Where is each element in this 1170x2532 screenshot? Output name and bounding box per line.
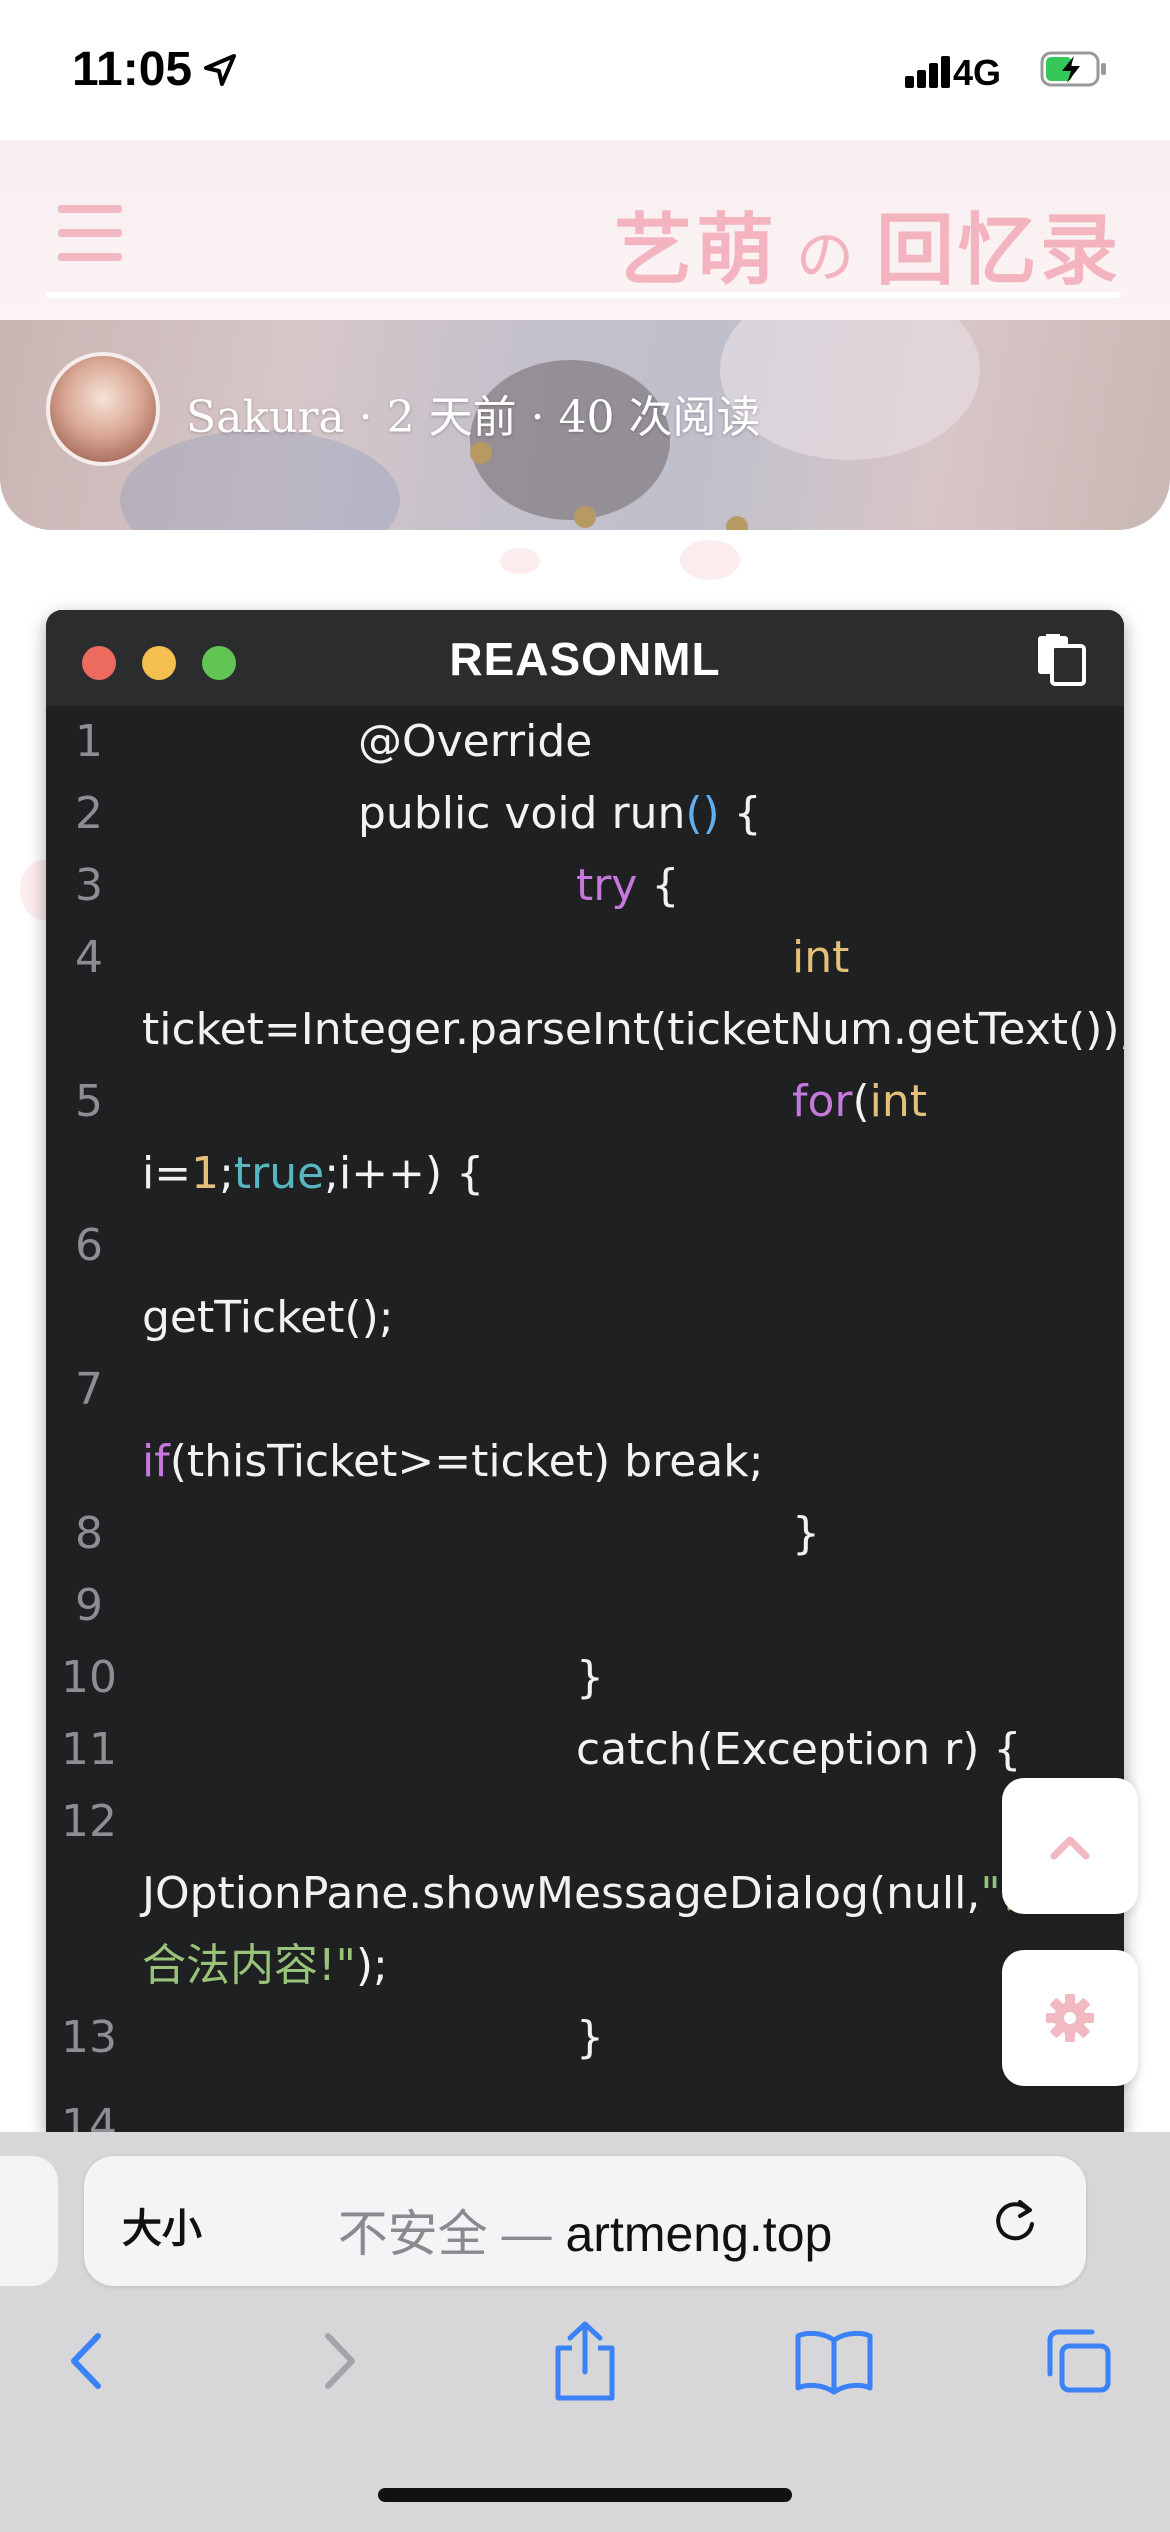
settings-button[interactable] <box>1002 1950 1138 2086</box>
line-number: 4 <box>75 932 103 983</box>
author-avatar[interactable] <box>46 352 160 466</box>
line-number: 8 <box>75 1508 103 1559</box>
cellular-signal-icon <box>905 56 950 88</box>
code-titlebar: REASONML <box>46 610 1124 706</box>
code-text: catch(Exception r) { <box>576 1724 1022 1775</box>
code-text: @Override <box>358 716 593 767</box>
bookmarks-icon[interactable] <box>792 2326 876 2396</box>
code-text: } <box>792 1508 820 1559</box>
menu-hamburger-icon[interactable] <box>58 205 122 261</box>
status-time: 11:05 <box>72 43 193 96</box>
site-title-part-2: の <box>795 223 858 291</box>
code-text: for(int <box>792 1076 928 1127</box>
code-content: 1 @Override 2 public void run() { 3 try … <box>46 706 1124 2132</box>
line-number: 11 <box>61 1724 117 1775</box>
code-text: } <box>576 2012 604 2063</box>
line-number: 10 <box>61 1652 117 1703</box>
gear-icon <box>1046 1994 1094 2042</box>
line-number: 6 <box>75 1220 103 1271</box>
line-number: 3 <box>75 860 103 911</box>
reload-icon[interactable] <box>990 2196 1040 2246</box>
header-divider <box>46 292 1121 298</box>
code-text: i=1;true;i++) { <box>142 1148 485 1199</box>
tabs-icon[interactable] <box>1042 2326 1116 2396</box>
line-number: 13 <box>61 2012 117 2063</box>
code-block: REASONML 1 @Override 2 public void run()… <box>46 610 1124 2132</box>
status-bar: 11:05 4G <box>0 0 1170 140</box>
code-language-label: REASONML <box>449 633 721 685</box>
line-number: 14 <box>61 2100 117 2132</box>
code-text: public void run() { <box>358 788 762 839</box>
line-number: 2 <box>75 788 103 839</box>
copy-code-icon[interactable] <box>1034 632 1088 686</box>
code-text: getTicket(); <box>142 1292 394 1343</box>
home-indicator <box>378 2488 792 2502</box>
background-petal <box>680 540 740 580</box>
code-text: } <box>576 1652 604 1703</box>
line-number: 7 <box>75 1364 103 1415</box>
back-arrow-icon[interactable] <box>62 2326 112 2396</box>
chevron-up-icon <box>1050 1836 1090 1860</box>
location-arrow-icon <box>204 54 236 86</box>
back-to-top-button[interactable] <box>1002 1778 1138 1914</box>
code-text: 合法内容!"); <box>142 1940 388 1991</box>
post-meta: Sakura · 2 天前 · 40 次阅读 <box>186 392 761 443</box>
site-title[interactable]: 艺萌の回忆录 <box>614 188 1122 300</box>
battery-charging-icon <box>1040 51 1106 87</box>
line-number: 5 <box>75 1076 103 1127</box>
code-text: if(thisTicket>=ticket) break; <box>142 1436 764 1487</box>
line-number: 9 <box>75 1580 103 1631</box>
code-text: try { <box>576 860 680 911</box>
share-icon[interactable] <box>548 2318 622 2404</box>
background-petal <box>500 548 540 574</box>
forward-arrow-icon[interactable] <box>314 2326 364 2396</box>
network-type: 4G <box>953 52 1002 93</box>
code-text: int <box>792 932 850 983</box>
site-title-part-1: 艺萌 <box>613 206 778 296</box>
url-host: artmeng.top <box>565 2206 833 2262</box>
line-number: 1 <box>75 716 103 767</box>
security-warning: 不安全 — <box>337 2206 566 2262</box>
site-title-part-3: 回忆录 <box>875 206 1122 296</box>
line-number: 12 <box>61 1796 117 1847</box>
code-text: ticket=Integer.parseInt(ticketNum.getTex… <box>142 1004 1124 1055</box>
code-text: JOptionPane.showMessageDialog(null,"请输入 <box>142 1868 1124 1919</box>
